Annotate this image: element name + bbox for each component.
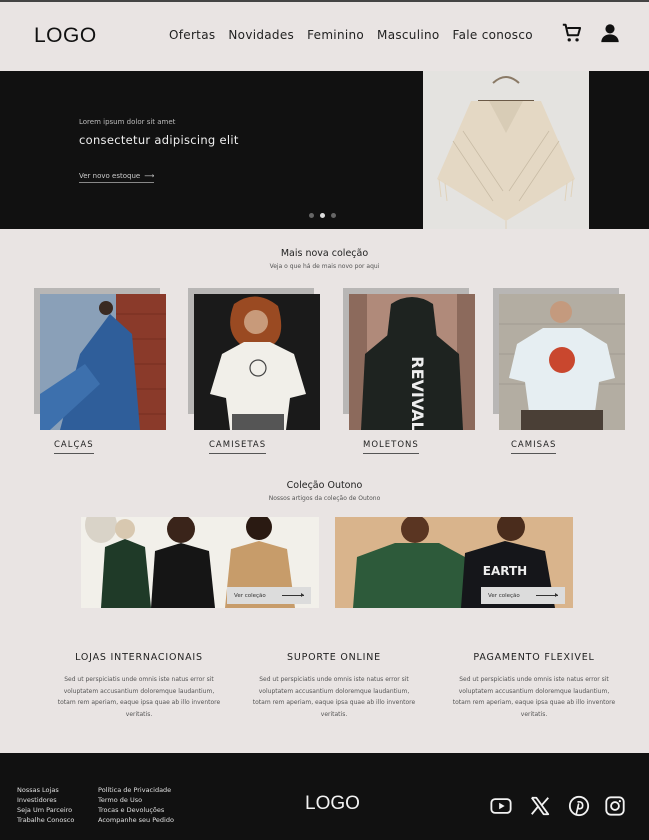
category-card-camisas[interactable] [493,288,629,434]
nav-fale-conosco[interactable]: Fale conosco [453,28,533,42]
nav-feminino[interactable]: Feminino [307,28,364,42]
feature-flexible-payment: PAGAMENTO FLEXIVEL Sed ut perspiciatis u… [449,652,619,720]
hero-link-label: Ver novo estoque [79,172,141,180]
autumn-banner-2-button[interactable]: Ver coleção [481,587,565,604]
category-card-camisetas[interactable] [188,288,324,434]
see-collection-label: Ver coleção [488,592,520,599]
arrow-right-icon: ⟶ [144,172,155,180]
footer-link-returns[interactable]: Trocas e Devoluções [98,805,174,815]
footer-links-company: Nossas Lojas Investidores Seja Um Parcei… [17,785,74,825]
site-header: LOGO Ofertas Novidades Feminino Masculin… [0,2,649,72]
user-icon[interactable] [599,22,621,44]
category-label-moletons[interactable]: MOLETONS [363,440,419,454]
cart-icon[interactable] [561,22,583,44]
pinterest-icon[interactable] [568,795,590,817]
arrow-right-icon [282,593,304,597]
calcas-image [40,294,166,430]
x-icon[interactable] [529,795,551,817]
carousel-dot[interactable] [309,213,314,218]
category-label-calcas[interactable]: CALÇAS [54,440,94,454]
hero-eyebrow: Lorem ipsum dolor sit amet [79,118,176,126]
footer-link-track-order[interactable]: Acompanhe seu Pedido [98,815,174,825]
hero-title: consectetur adipiscing elit [79,133,239,147]
footer-links-policies: Política de Privacidade Termo de Uso Tro… [98,785,174,825]
feature-title: PAGAMENTO FLEXIVEL [473,652,595,663]
shirt-print-text: EARTH [483,564,527,578]
footer-logo[interactable]: LOGO [305,793,360,815]
feature-online-support: SUPORTE ONLINE Sed ut perspiciatis unde … [249,652,419,720]
autumn-banner-1-button[interactable]: Ver coleção [227,587,311,604]
logo[interactable]: LOGO [34,24,97,48]
carousel-dot-active[interactable] [320,213,325,218]
hero-product-image [423,71,589,229]
category-card-calcas[interactable] [34,288,170,434]
feature-international-stores: LOJAS INTERNACIONAIS Sed ut perspiciatis… [54,652,224,720]
footer-link-investors[interactable]: Investidores [17,795,74,805]
instagram-icon[interactable] [604,795,626,817]
category-label-camisas[interactable]: CAMISAS [511,440,557,454]
feature-title: SUPORTE ONLINE [287,652,381,663]
feature-text: Sed ut perspiciatis unde omnis iste natu… [452,676,616,718]
svg-text:REVIVAL: REVIVAL [408,356,427,430]
autumn-banner-1[interactable]: Ver coleção [81,517,319,608]
nav-ofertas[interactable]: Ofertas [169,28,215,42]
new-collection-subtitle: Veja o que há de mais novo por aqui [269,263,380,270]
footer-link-privacy[interactable]: Política de Privacidade [98,785,174,795]
arrow-right-icon [536,593,558,597]
camisas-image [499,294,625,430]
feature-title: LOJAS INTERNACIONAIS [75,652,203,663]
category-label-camisetas[interactable]: CAMISETAS [209,440,267,454]
autumn-collection-title: Coleção Outono [286,480,363,491]
hero-stock-link[interactable]: Ver novo estoque ⟶ [79,172,155,183]
camisetas-image [194,294,320,430]
carousel-dot[interactable] [331,213,336,218]
footer-link-partner[interactable]: Seja Um Parceiro [17,805,74,815]
autumn-collection-subtitle: Nossos artigos da coleção de Outono [268,495,381,502]
feature-text: Sed ut perspiciatis unde omnis iste natu… [252,676,416,718]
footer-link-stores[interactable]: Nossas Lojas [17,785,74,795]
hero-banner: Lorem ipsum dolor sit amet consectetur a… [0,71,649,229]
main-nav: Ofertas Novidades Feminino Masculino Fal… [169,28,533,42]
nav-masculino[interactable]: Masculino [377,28,439,42]
autumn-banner-2[interactable]: EARTH Ver coleção [335,517,573,608]
footer-link-terms[interactable]: Termo de Uso [98,795,174,805]
site-footer: Nossas Lojas Investidores Seja Um Parcei… [0,753,649,840]
see-collection-label: Ver coleção [234,592,266,599]
nav-novidades[interactable]: Novidades [228,28,294,42]
youtube-icon[interactable] [490,795,512,817]
new-collection-title: Mais nova coleção [280,248,369,259]
moletons-image: REVIVAL [349,294,475,430]
category-card-moletons[interactable]: REVIVAL [343,288,479,434]
carousel-dots [309,213,336,218]
feature-text: Sed ut perspiciatis unde omnis iste natu… [57,676,221,718]
footer-link-careers[interactable]: Trabalhe Conosco [17,815,74,825]
